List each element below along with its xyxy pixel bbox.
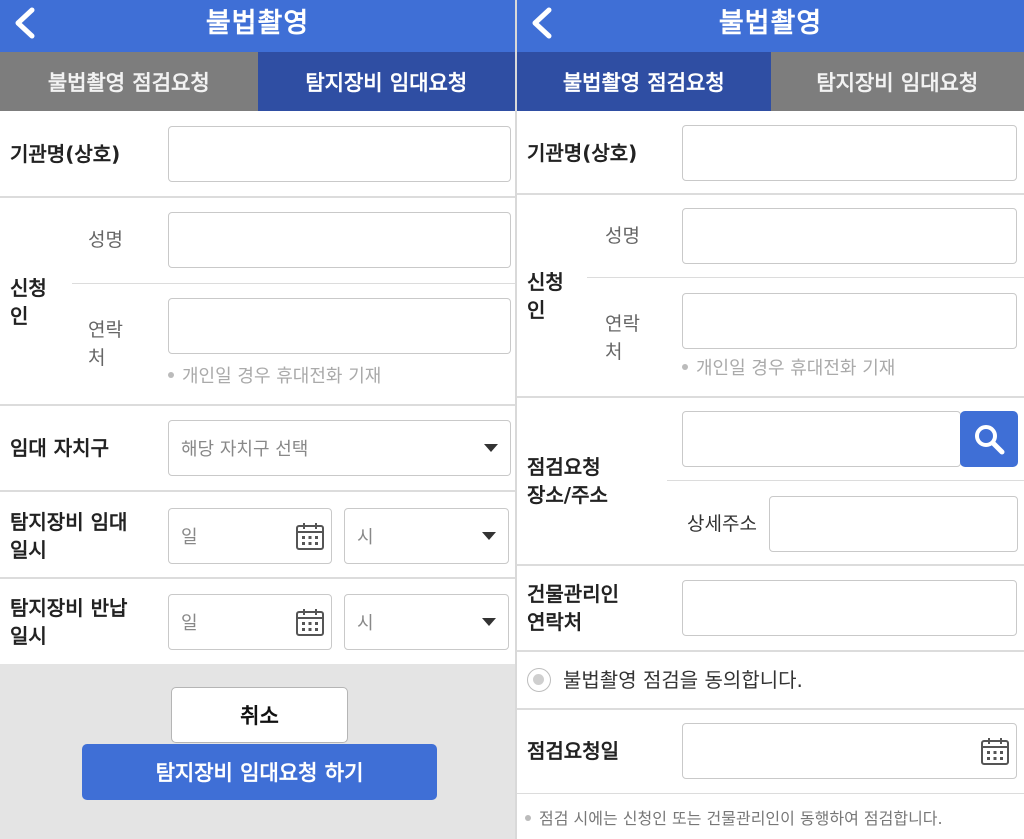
- tab-bar: 불법촬영 점검요청 탐지장비 임대요청: [517, 52, 1024, 111]
- calendar-icon[interactable]: [980, 736, 1010, 766]
- applicant-contact-input[interactable]: [682, 293, 1017, 349]
- submit-rental-button[interactable]: 탐지장비 임대요청 하기: [82, 744, 437, 800]
- return-datetime-label: 탐지장비 반납 일시: [10, 596, 128, 648]
- dropdown-caret-icon: [482, 618, 496, 626]
- org-name-input[interactable]: [168, 126, 511, 182]
- divider: [517, 564, 1024, 566]
- org-label: 기관명(상호): [10, 142, 121, 166]
- app-header: 불법촬영: [517, 0, 1024, 52]
- return-time-select[interactable]: 시: [344, 594, 509, 650]
- page-title: 불법촬영: [718, 8, 823, 39]
- inspection-request-screen: 불법촬영 불법촬영 점검요청 탐지장비 임대요청 기관명(상호) 신청 인 성명…: [517, 0, 1024, 839]
- address-input[interactable]: [682, 411, 961, 467]
- district-label: 임대 자치구: [10, 436, 109, 460]
- tab-equipment-rental[interactable]: 탐지장비 임대요청: [770, 52, 1024, 111]
- org-name-input[interactable]: [682, 125, 1017, 181]
- name-label: 성명: [605, 225, 640, 247]
- district-select[interactable]: 해당 자치구 선택: [168, 420, 511, 476]
- divider: [587, 277, 1024, 278]
- divider: [0, 404, 515, 406]
- name-label: 성명: [88, 229, 123, 251]
- rent-time-select[interactable]: 시: [344, 508, 509, 564]
- divider: [667, 480, 1024, 481]
- divider: [517, 793, 1024, 794]
- rent-datetime-label: 탐지장비 임대 일시: [10, 510, 128, 562]
- applicant-label: 신청 인: [527, 270, 564, 322]
- page-title: 불법촬영: [205, 8, 310, 39]
- divider: [0, 490, 515, 492]
- inspection-date-input[interactable]: [682, 723, 1017, 779]
- cancel-button[interactable]: 취소: [171, 687, 348, 743]
- divider: [0, 577, 515, 579]
- contact-hint: 개인일 경우 휴대전화 기재: [682, 356, 895, 382]
- bullet-icon: [525, 814, 531, 821]
- contact-label: 연락 처: [88, 319, 123, 369]
- org-label: 기관명(상호): [527, 141, 638, 165]
- divider: [72, 283, 515, 284]
- bullet-icon: [168, 372, 174, 378]
- manager-contact-input[interactable]: [682, 580, 1017, 636]
- detail-address-input[interactable]: [769, 496, 1018, 552]
- detail-address-label: 상세주소: [687, 513, 757, 535]
- tab-equipment-rental[interactable]: 탐지장비 임대요청: [257, 52, 515, 111]
- divider: [517, 650, 1024, 652]
- return-date-input[interactable]: 일: [168, 594, 332, 650]
- applicant-label: 신청 인: [10, 276, 47, 328]
- calendar-icon[interactable]: [295, 521, 325, 551]
- contact-label: 연락 처: [605, 313, 640, 363]
- dropdown-caret-icon: [482, 532, 496, 540]
- rent-date-input[interactable]: 일: [168, 508, 332, 564]
- tab-inspection-request[interactable]: 불법촬영 점검요청: [517, 52, 771, 111]
- divider: [517, 193, 1024, 195]
- bullet-icon: [682, 364, 688, 370]
- tab-inspection-request[interactable]: 불법촬영 점검요청: [0, 52, 258, 111]
- applicant-name-input[interactable]: [168, 212, 511, 268]
- address-search-button[interactable]: [960, 411, 1018, 467]
- app-header: 불법촬영: [0, 0, 515, 52]
- tab-bar: 불법촬영 점검요청 탐지장비 임대요청: [0, 52, 515, 111]
- place-address-label: 점검요청 장소/주소: [527, 455, 608, 507]
- divider: [517, 708, 1024, 710]
- footnote: 점검 시에는 신청인 또는 건물관리인이 동행하여 점검합니다.: [525, 808, 943, 830]
- rental-request-screen: 불법촬영 불법촬영 점검요청 탐지장비 임대요청 기관명(상호) 신청 인 성명…: [0, 0, 515, 839]
- search-icon: [975, 425, 1005, 455]
- applicant-contact-input[interactable]: [168, 298, 511, 354]
- agree-radio[interactable]: [527, 668, 551, 692]
- applicant-name-input[interactable]: [682, 208, 1017, 264]
- manager-contact-label: 건물관리인 연락처: [527, 582, 619, 634]
- dropdown-caret-icon: [484, 444, 498, 452]
- inspection-date-label: 점검요청일: [527, 739, 619, 763]
- agree-text: 불법촬영 점검을 동의합니다.: [563, 668, 803, 692]
- contact-hint: 개인일 경우 휴대전화 기재: [168, 364, 381, 390]
- calendar-icon[interactable]: [295, 607, 325, 637]
- divider: [517, 396, 1024, 398]
- divider: [0, 196, 515, 198]
